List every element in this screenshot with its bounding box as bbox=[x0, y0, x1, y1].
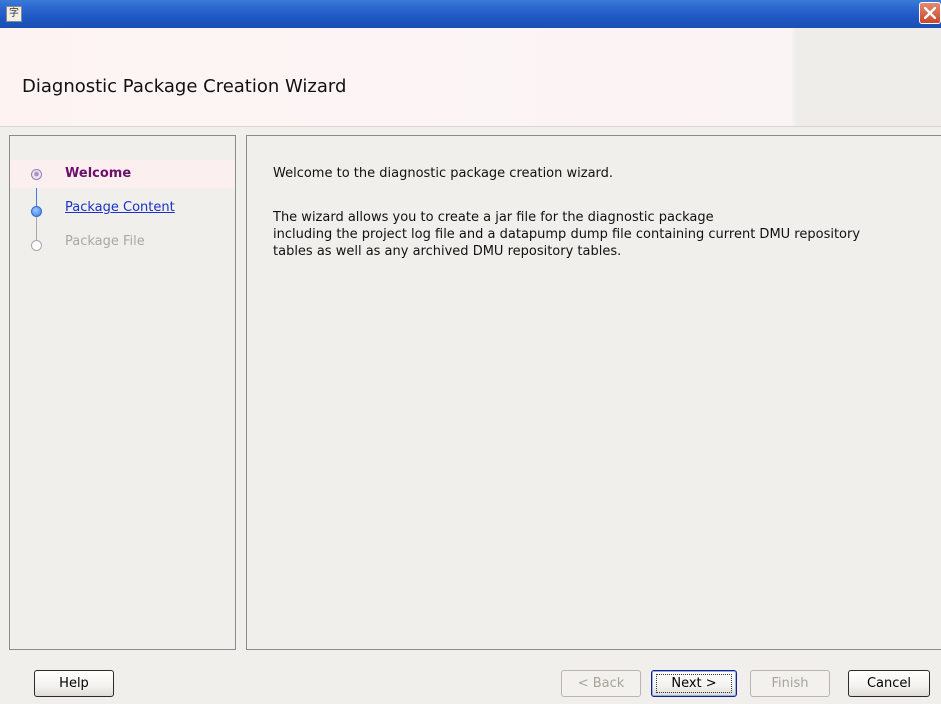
back-button: < Back bbox=[561, 670, 641, 697]
wizard-window: 字 Diagnostic Package Creation Wizard Wel… bbox=[0, 0, 941, 704]
steps-panel: Welcome Package Content Package File bbox=[9, 135, 236, 650]
body-text-line: The wizard allows you to create a jar fi… bbox=[273, 210, 714, 225]
next-button[interactable]: Next > bbox=[651, 670, 737, 697]
step-node-icon bbox=[31, 206, 42, 217]
close-button[interactable] bbox=[919, 2, 941, 24]
step-package-file: Package File bbox=[10, 228, 235, 256]
app-icon: 字 bbox=[6, 6, 22, 22]
step-welcome[interactable]: Welcome bbox=[10, 160, 235, 188]
back-button-label: < Back bbox=[577, 676, 625, 691]
wizard-title: Diagnostic Package Creation Wizard bbox=[22, 76, 347, 97]
close-icon bbox=[924, 7, 936, 19]
finish-button-label: Finish bbox=[771, 676, 809, 691]
intro-text: Welcome to the diagnostic package creati… bbox=[273, 166, 614, 181]
step-link-label[interactable]: Package Content bbox=[65, 200, 175, 215]
next-button-label: Next > bbox=[671, 676, 717, 691]
finish-button: Finish bbox=[750, 670, 830, 697]
wizard-header: Diagnostic Package Creation Wizard bbox=[0, 28, 941, 127]
help-button-label: Help bbox=[59, 676, 89, 691]
cancel-button-label: Cancel bbox=[866, 676, 912, 691]
body-text-line: tables as well as any archived DMU repos… bbox=[273, 244, 622, 259]
step-node-icon bbox=[31, 240, 42, 251]
current-step-icon bbox=[31, 169, 42, 180]
help-button[interactable]: Help bbox=[34, 670, 114, 697]
step-package-content[interactable]: Package Content bbox=[10, 194, 235, 222]
body-text-line: including the project log file and a dat… bbox=[273, 227, 861, 242]
cancel-button[interactable]: Cancel bbox=[848, 670, 930, 697]
step-label: Welcome bbox=[65, 166, 132, 181]
step-label: Package File bbox=[65, 234, 145, 249]
content-panel: Welcome to the diagnostic package creati… bbox=[246, 135, 941, 650]
title-bar[interactable]: 字 bbox=[0, 0, 941, 28]
